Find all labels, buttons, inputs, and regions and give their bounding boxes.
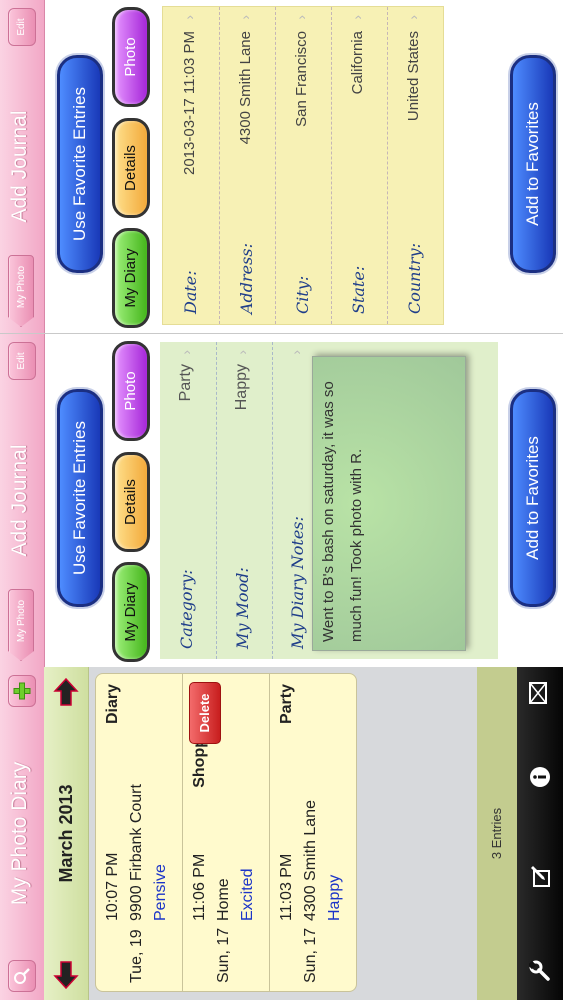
tab-details[interactable]: Details — [112, 118, 150, 218]
chevron-right-icon: › — [234, 350, 250, 355]
entry-count: 3 Entries — [489, 807, 504, 860]
entry-place: Home — [215, 878, 232, 921]
month-title: March 2013 — [56, 784, 76, 883]
edit-button[interactable]: Edit — [8, 342, 36, 380]
entry-mood: Excited — [239, 868, 256, 921]
add-to-favorites-button[interactable]: Add to Favorites — [510, 389, 556, 607]
tab-bar: My Diary Details Photo — [112, 5, 150, 328]
city-value: San Francisco — [293, 31, 310, 127]
month-bar: March 2013 — [44, 667, 89, 1000]
details-screen: My Photo Diary Add Journal Edit Use Favo… — [0, 0, 563, 333]
mood-value: Happy — [233, 364, 250, 411]
entry-mood: Happy — [326, 874, 343, 921]
chevron-right-icon: › — [293, 15, 309, 20]
page-title: Add Journal — [8, 444, 31, 557]
mood-label: My Mood: — [233, 567, 252, 649]
entry-place: 4300 Smith Lane — [302, 800, 319, 921]
entry-mood: Pensive — [152, 864, 169, 921]
city-label: City: — [293, 275, 312, 314]
tab-photo[interactable]: Photo — [112, 7, 150, 107]
country-label: Country: — [405, 243, 424, 314]
page-title: Add Journal — [8, 110, 31, 223]
entry-category: Diary — [104, 684, 121, 725]
right-arrow-icon[interactable] — [52, 677, 85, 707]
nav-bar: My Photo Diary — [0, 667, 45, 1000]
state-value: California — [349, 31, 366, 95]
entry-place: 9900 Firbank Court — [128, 784, 145, 921]
entry-list: 10:07 PM Tue, 19 9900 Firbank Court Pens… — [95, 673, 357, 992]
country-row[interactable]: Country: United States › — [387, 7, 443, 324]
address-row[interactable]: Address: 4300 Smith Lane › — [219, 7, 276, 324]
mail-icon[interactable] — [529, 682, 552, 704]
tab-my-diary[interactable]: My Diary — [112, 562, 150, 662]
plus-icon — [13, 682, 31, 700]
add-to-favorites-button[interactable]: Add to Favorites — [510, 55, 556, 273]
entry-time: 11:03 PM — [278, 853, 295, 921]
chevron-right-icon: › — [237, 15, 253, 20]
chevron-right-icon: › — [349, 15, 365, 20]
tab-details[interactable]: Details — [112, 452, 150, 552]
notes-screen: My Photo Diary Add Journal Edit Use Favo… — [0, 334, 563, 667]
details-card: Date: 2013-03-17 11:03 PM › Address: 430… — [162, 6, 444, 325]
bottom-toolbar — [517, 667, 563, 1000]
entry-date: Sun, 17 — [302, 927, 319, 983]
address-label: Address: — [237, 243, 256, 314]
address-value: 4300 Smith Lane — [237, 31, 254, 145]
use-favorite-entries-button[interactable]: Use Favorite Entries — [57, 389, 103, 607]
list-item[interactable]: 11:06 PM Sun, 17 Home Excited Shopping D… — [183, 674, 270, 991]
page-title: My Photo Diary — [8, 761, 31, 906]
entry-date: Sun, 17 — [215, 927, 232, 983]
chevron-right-icon: › — [178, 350, 194, 355]
compose-icon[interactable] — [529, 864, 556, 888]
list-item[interactable]: 10:07 PM Tue, 19 9900 Firbank Court Pens… — [96, 674, 183, 991]
city-row[interactable]: City: San Francisco › — [275, 7, 332, 324]
add-entry-button[interactable] — [8, 675, 36, 707]
date-label: Date: — [181, 270, 200, 314]
diary-card: Category: Party › My Mood: Happy › My Di… — [160, 342, 498, 659]
category-value: Party — [177, 364, 194, 402]
diary-notes-text[interactable]: Went to B's bash on saturday, it was so … — [312, 356, 466, 651]
entry-time: 10:07 PM — [104, 852, 121, 921]
mood-row[interactable]: My Mood: Happy › — [216, 342, 273, 659]
list-item[interactable]: 11:03 PM Sun, 17 4300 Smith Lane Happy P… — [270, 674, 356, 991]
wrench-icon[interactable] — [527, 960, 556, 982]
chevron-right-icon: › — [405, 15, 421, 20]
tab-photo[interactable]: Photo — [112, 341, 150, 441]
entry-category: Party — [278, 684, 295, 725]
country-value: United States — [405, 31, 422, 122]
date-row[interactable]: Date: 2013-03-17 11:03 PM › — [163, 7, 220, 324]
category-label: Category: — [177, 569, 196, 649]
tab-my-diary[interactable]: My Diary — [112, 228, 150, 328]
delete-button[interactable]: Delete — [189, 682, 221, 744]
diary-notes-label: My Diary Notes: — [288, 516, 307, 649]
status-bar: 3 Entries — [477, 667, 517, 1000]
info-icon[interactable] — [529, 766, 556, 788]
tab-bar: My Diary Details Photo — [112, 339, 150, 662]
state-label: State: — [349, 265, 368, 314]
category-row[interactable]: Category: Party › — [160, 342, 217, 659]
edit-button[interactable]: Edit — [8, 8, 36, 46]
nav-bar: My Photo Diary Add Journal Edit — [0, 0, 45, 333]
entry-date: Tue, 19 — [128, 929, 145, 983]
chevron-right-icon: › — [288, 350, 304, 355]
nav-bar: My Photo Diary Add Journal Edit — [0, 334, 45, 667]
chevron-right-icon: › — [181, 15, 197, 20]
entry-time: 11:06 PM — [191, 853, 208, 921]
entry-list-screen: My Photo Diary March 2013 10:07 PM Tue, … — [0, 667, 563, 1000]
use-favorite-entries-button[interactable]: Use Favorite Entries — [57, 55, 103, 273]
state-row[interactable]: State: California › — [331, 7, 388, 324]
date-value: 2013-03-17 11:03 PM — [181, 31, 198, 175]
